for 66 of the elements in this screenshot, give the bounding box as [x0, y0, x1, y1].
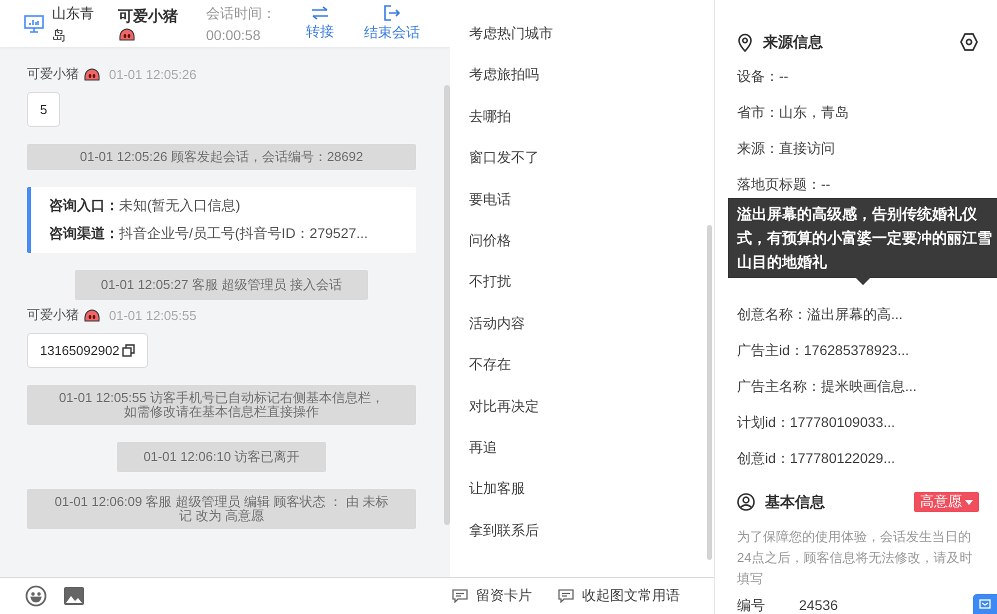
message-icon [558, 589, 574, 603]
end-session-button[interactable]: 结束会话 [364, 4, 420, 42]
source-field: 来源：直接访问 [737, 130, 979, 166]
settings-icon[interactable] [959, 32, 979, 52]
monitor-icon [24, 14, 44, 32]
session-timer: 00:00:58 [206, 26, 262, 44]
visitor-location: 山东青岛 [52, 4, 95, 44]
inquiry-info-row-text: 咨询入口：未知(暂无入口信息) [49, 197, 242, 215]
source-field: 广告主名称：提米映画信息... [737, 368, 979, 404]
system-message: 01-01 12:06:10 访客已离开 [117, 442, 326, 472]
message-time: 01-01 12:05:26 [109, 66, 196, 82]
image-icon[interactable] [63, 586, 85, 606]
user-circle-icon [737, 493, 755, 511]
pig-nose-icon [118, 26, 136, 40]
quick-phrase[interactable]: 不存在 [469, 344, 714, 386]
copy-icon[interactable] [122, 344, 135, 357]
quick-phrase[interactable]: 对比再决定 [469, 386, 714, 427]
system-message: 01-01 12:05:26 顾客发起会话，会话编号：28692 [27, 144, 416, 170]
quick-phrase[interactable]: 问价格 [469, 220, 714, 262]
source-field: 设备：-- [737, 58, 979, 94]
source-field: 广告主id：176285378923... [737, 332, 979, 368]
source-field: 创意名称：溢出屏幕的高... [737, 296, 979, 332]
message-bubble: 13165092902 [27, 333, 148, 368]
quick-phrase[interactable]: 再追 [469, 426, 714, 468]
transfer-button[interactable]: 转接 [306, 6, 334, 42]
collapse-phrases-button[interactable]: 收起图文常用语 [558, 587, 680, 605]
field-label: 编号 [737, 596, 765, 614]
lead-card-button[interactable]: 留资卡片 [452, 587, 532, 605]
notice-text: 为了保障您的使用体验，会话发生当日的24点之后，顾客信息将无法修改，请及时填写 [737, 528, 974, 588]
quick-phrase[interactable]: 去哪拍 [469, 96, 714, 138]
sender-name: 可爱小猪 [27, 65, 79, 83]
section-title: 基本信息 [765, 492, 826, 512]
scrollbar[interactable] [707, 225, 712, 560]
pig-nose-icon [83, 67, 101, 81]
visitor-name: 可爱小猪 [118, 6, 178, 26]
message-icon [979, 599, 991, 609]
message-icon [452, 589, 468, 603]
pig-nose-icon [83, 308, 101, 322]
exit-icon [384, 4, 400, 20]
source-field: 省市：山东，青岛 [737, 94, 979, 130]
message-time: 01-01 12:05:55 [109, 308, 196, 322]
message-bubble: 5 [27, 92, 60, 127]
session-time-label: 会话时间： [206, 4, 276, 22]
inquiry-info-row-text: 咨询渠道：抖音企业号/员工号(抖音号ID：279527... [49, 225, 369, 243]
quick-phrase[interactable]: 考虑旅拍吗 [469, 54, 714, 96]
quick-phrase[interactable]: 让加客服 [469, 468, 714, 510]
system-message: 01-01 12:06:09 客服 超级管理员 编辑 顾客状态 ： 由 未标记 改为 高意愿 [27, 489, 416, 529]
float-button[interactable] [973, 594, 997, 614]
source-field: 创意id：177780122029... [737, 440, 979, 476]
scrollbar[interactable] [444, 85, 450, 525]
quick-phrase[interactable]: 要电话 [469, 178, 714, 220]
caret-icon [965, 500, 973, 504]
system-message: 01-01 12:05:27 客服 超级管理员 接入会话 [74, 270, 368, 300]
quick-phrase[interactable]: 拿到联系后 [469, 510, 714, 552]
sender-name: 可爱小猪 [27, 306, 79, 324]
location-pin-icon [737, 32, 753, 52]
quick-phrase[interactable]: 窗口发不了 [469, 137, 714, 179]
emoji-icon[interactable] [25, 585, 47, 607]
section-title: 来源信息 [763, 32, 824, 52]
quick-phrase[interactable]: 考虑热门城市 [469, 13, 714, 54]
quick-phrase[interactable]: 活动内容 [469, 302, 714, 344]
field-value: 24536 [799, 596, 838, 614]
source-field: 计划id：177780109033... [737, 404, 979, 440]
system-message: 01-01 12:05:55 访客手机号已自动标记右侧基本信息栏，如需修改请在基本信息栏直接操作 [27, 385, 416, 425]
quick-phrase[interactable]: 不打扰 [469, 261, 714, 303]
swap-arrows-icon [311, 6, 329, 20]
